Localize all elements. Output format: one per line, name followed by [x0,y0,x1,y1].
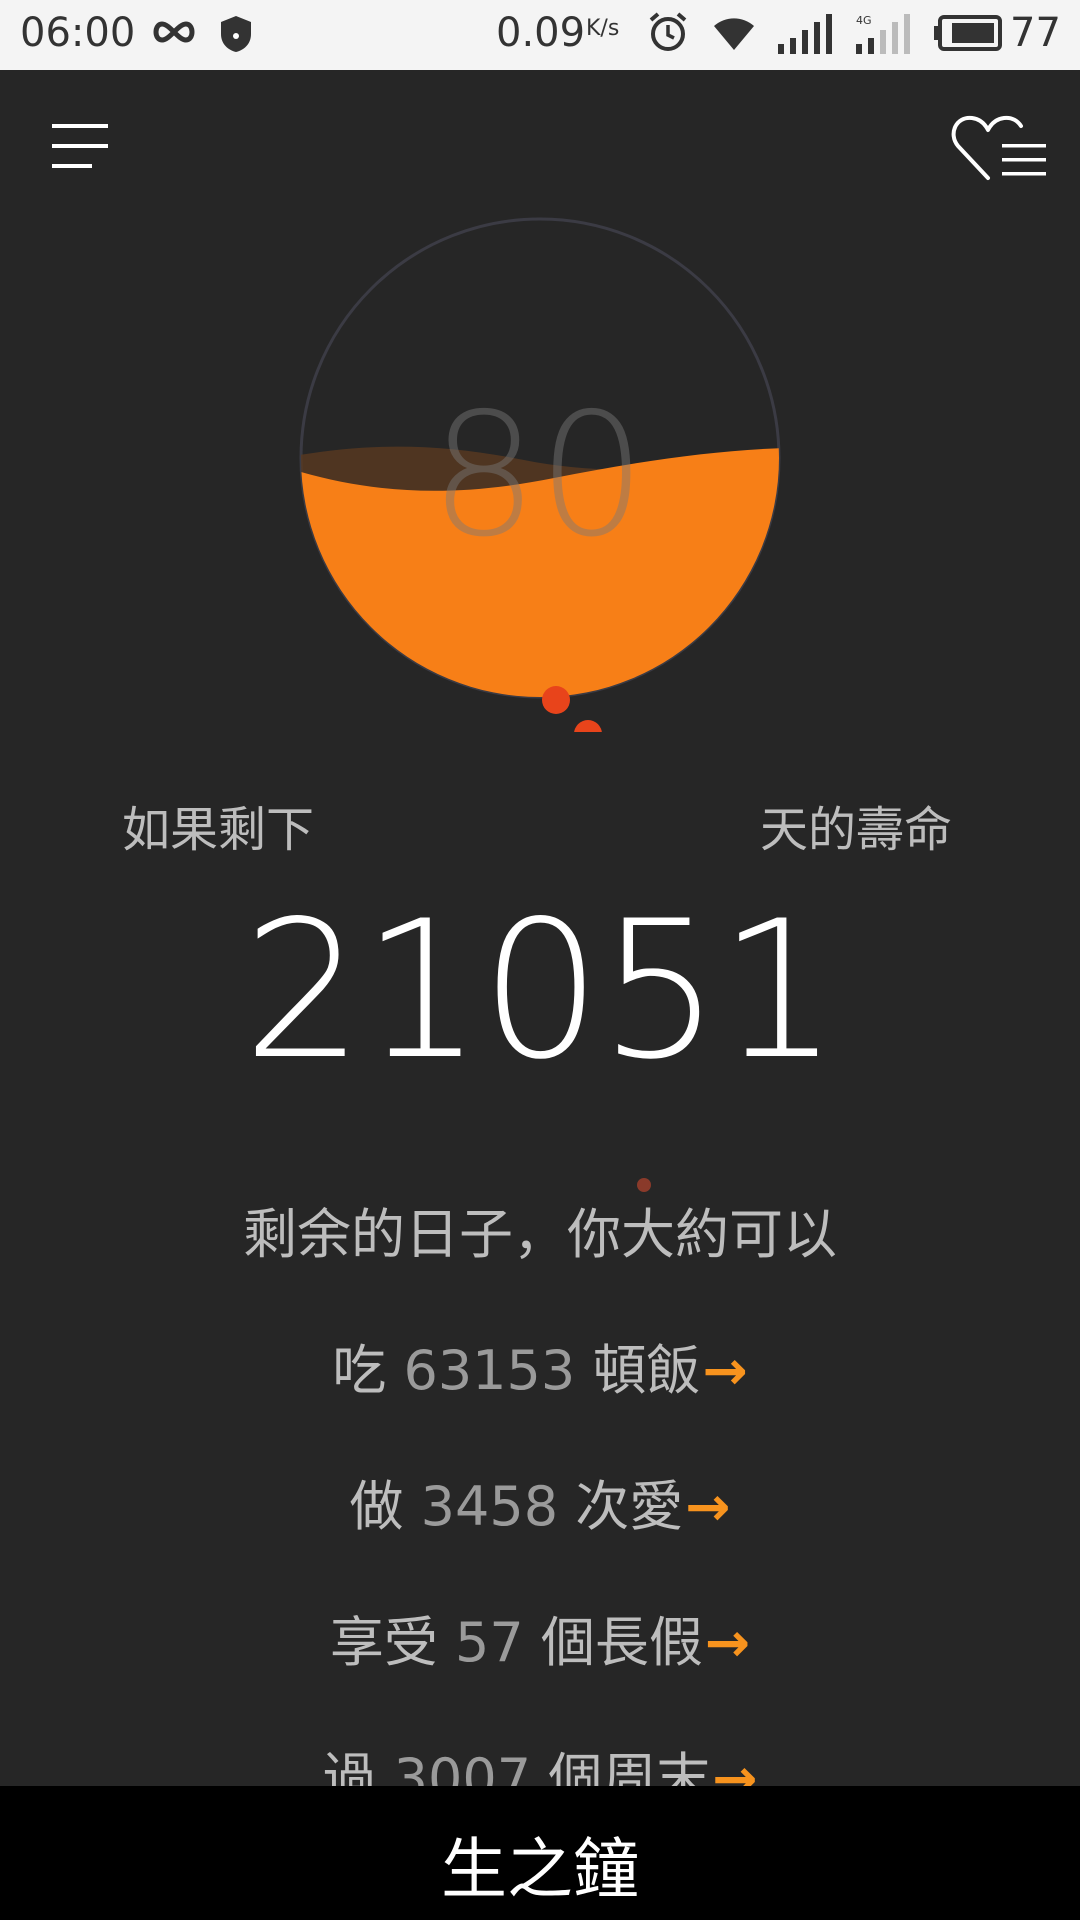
stat-value: 3458 [420,1475,559,1538]
network-speed-unit: K/s [586,16,620,41]
signal-icon [778,14,832,54]
network-speed: 0.09 [496,10,586,56]
stat-row-love[interactable]: 做 3458 次愛→ [0,1462,1080,1541]
life-gauge: 80 [299,217,781,732]
stat-prefix: 做 [349,1475,404,1538]
stat-row-holidays[interactable]: 享受 57 個長假→ [0,1598,1080,1677]
label-if-remaining: 如果剩下 [122,802,315,858]
drop-2 [574,720,602,732]
battery-level: 77 [1010,10,1061,56]
bottom-bar: 生之鐘 [0,1786,1080,1920]
battery-icon [934,15,1002,51]
drop-1 [542,686,570,714]
heart-list-icon[interactable] [950,110,1050,186]
stat-prefix: 吃 [332,1339,387,1402]
label-days-life: 天的壽命 [760,802,953,858]
gauge-value: 80 [430,377,646,575]
signal-4g-icon: 4G [856,14,910,54]
remaining-days: 21051 [242,880,839,1101]
app-title: 生之鐘 [441,1831,639,1908]
infinity-icon [153,21,195,43]
alarm-icon [649,12,687,51]
stat-row-meals[interactable]: 吃 63153 頓飯→ [0,1326,1080,1405]
stat-value: 63153 [403,1339,576,1402]
menu-icon[interactable] [48,120,112,176]
arrow-right-icon: → [704,1611,751,1674]
wifi-icon [714,18,754,50]
stat-prefix: 享受 [329,1611,438,1674]
stat-value: 57 [455,1611,524,1674]
shield-icon [221,16,251,52]
arrow-right-icon: → [702,1339,748,1402]
status-time: 06:00 [20,10,136,56]
stat-suffix: 個長假 [540,1611,703,1674]
svg-text:4G: 4G [856,14,872,27]
status-bar: 06:00 0.09 K/s 4G 77 [0,0,1080,70]
arrow-right-icon: → [685,1475,731,1538]
subtitle: 剩余的日子，你大約可以 [243,1203,837,1266]
stat-suffix: 次愛 [575,1475,684,1538]
stat-suffix: 頓飯 [592,1339,701,1402]
